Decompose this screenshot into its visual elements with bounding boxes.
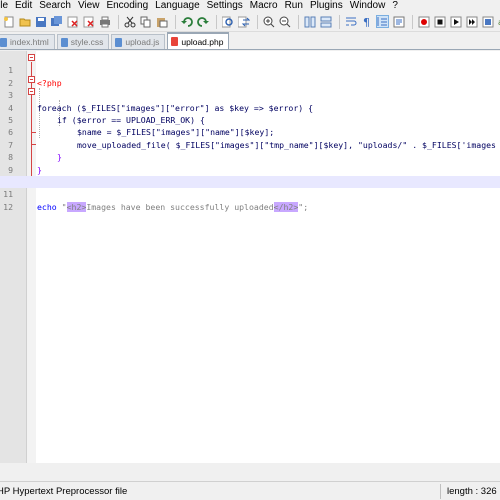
string-quote: "; [298,201,309,212]
sync-h-icon[interactable] [319,15,332,28]
menu-run[interactable]: Run [282,0,307,12]
menu-macro[interactable]: Macro [247,0,282,12]
file-icon [115,37,123,47]
menu-language[interactable]: Language [152,0,204,12]
status-language: HP Hypertext Preprocessor file [0,486,128,497]
keyword-echo: echo [37,201,57,212]
paste-icon[interactable] [155,15,168,28]
code-line: 8 } [0,139,500,174]
indent-guide-icon[interactable] [376,15,389,28]
new-file-icon[interactable] [2,15,15,28]
code-line-current: 11 echo "<h2>Images have been successful… [0,176,500,212]
undo-icon[interactable] [180,15,193,28]
code-line: 10 [0,164,500,187]
code-line: 4 if ($error == UPLOAD_ERR_OK) { [0,89,500,125]
menu-edit[interactable]: Edit [12,0,36,12]
tab-label: style.css [70,37,104,47]
tab-style-css[interactable]: style.css [56,34,110,49]
toolbar-separator [339,14,340,29]
menu-help[interactable]: ? [389,0,402,12]
doc-map-icon[interactable] [392,15,405,28]
copy-icon[interactable] [139,15,152,28]
string-highlight: </h2> [273,201,299,212]
status-divider [440,484,441,499]
file-icon [0,37,7,47]
code-editor[interactable]: 1 <?php 2 3 foreach ($_FILES["images"]["… [0,51,500,463]
open-file-icon[interactable] [18,15,31,28]
tab-upload-js[interactable]: upload.js [111,34,166,49]
menu-file[interactable]: ile [0,0,12,12]
print-icon[interactable] [98,15,111,28]
string-highlight: <h2> [66,201,87,212]
string-quote: " [61,201,67,212]
menu-plugins[interactable]: Plugins [307,0,347,12]
code-text: echo "<h2>Images have been successfully … [37,201,308,213]
line-number: 12 [3,201,13,212]
toolbar: ¶ ab [0,12,500,32]
tab-label: upload.php [181,36,224,47]
file-icon [60,37,68,47]
toolbar-separator [257,14,258,29]
tab-label: upload.js [125,37,160,47]
menu-window[interactable]: Window [347,0,390,12]
menu-settings[interactable]: Settings [204,0,247,12]
code-line: 7 } [0,126,500,162]
menu-search[interactable]: Search [36,0,75,12]
code-line: 5 $name = $_FILES["images"]["name"][$key… [0,102,500,137]
save-all-icon[interactable] [50,15,63,28]
menu-view[interactable]: View [75,0,104,12]
toolbar-separator [175,14,176,29]
wrap-icon[interactable] [344,15,357,28]
tab-bar: index.html style.css upload.js upload.ph… [0,32,500,50]
show-all-chars-icon[interactable]: ¶ [360,15,373,28]
play-macro-icon[interactable] [449,15,462,28]
toolbar-separator [298,14,299,29]
code-line: 6 move_uploaded_file( $_FILES["images"][… [0,114,500,149]
close-icon[interactable] [66,15,79,28]
replace-icon[interactable] [237,15,250,28]
code-line: 1 <?php [0,52,500,87]
run-macro-icon[interactable] [465,15,478,28]
zoom-out-icon[interactable] [278,15,291,28]
code-line: 12 [0,188,500,212]
tab-index-html[interactable]: index.html [0,34,55,49]
code-line: 2 [0,64,500,88]
find-icon[interactable] [221,15,234,28]
toolbar-separator [118,14,119,29]
status-bar: HP Hypertext Preprocessor file length : … [0,481,500,500]
tab-label: index.html [10,37,49,47]
tab-upload-php[interactable]: upload.php [167,32,230,49]
svg-text:¶: ¶ [363,16,370,28]
zoom-in-icon[interactable] [262,15,275,28]
redo-icon[interactable] [196,15,209,28]
unsaved-file-icon [171,37,179,46]
toolbar-separator [412,14,413,29]
status-length: length : 326 [447,486,497,497]
save-macro-icon[interactable] [481,15,494,28]
stop-macro-icon[interactable] [433,15,446,28]
menu-bar: ile Edit Search View Encoding Language S… [0,0,500,12]
save-icon[interactable] [34,15,47,28]
code-line: 3 foreach ($_FILES["images"]["error"] as… [0,77,500,112]
code-line: 9 [0,151,500,175]
menu-encoding[interactable]: Encoding [103,0,152,12]
record-macro-icon[interactable] [417,15,430,28]
toolbar-separator [216,14,217,29]
sync-v-icon[interactable] [303,15,316,28]
cut-icon[interactable] [123,15,136,28]
close-all-icon[interactable] [82,15,95,28]
string-text: Images have been successfully uploaded [86,201,274,212]
